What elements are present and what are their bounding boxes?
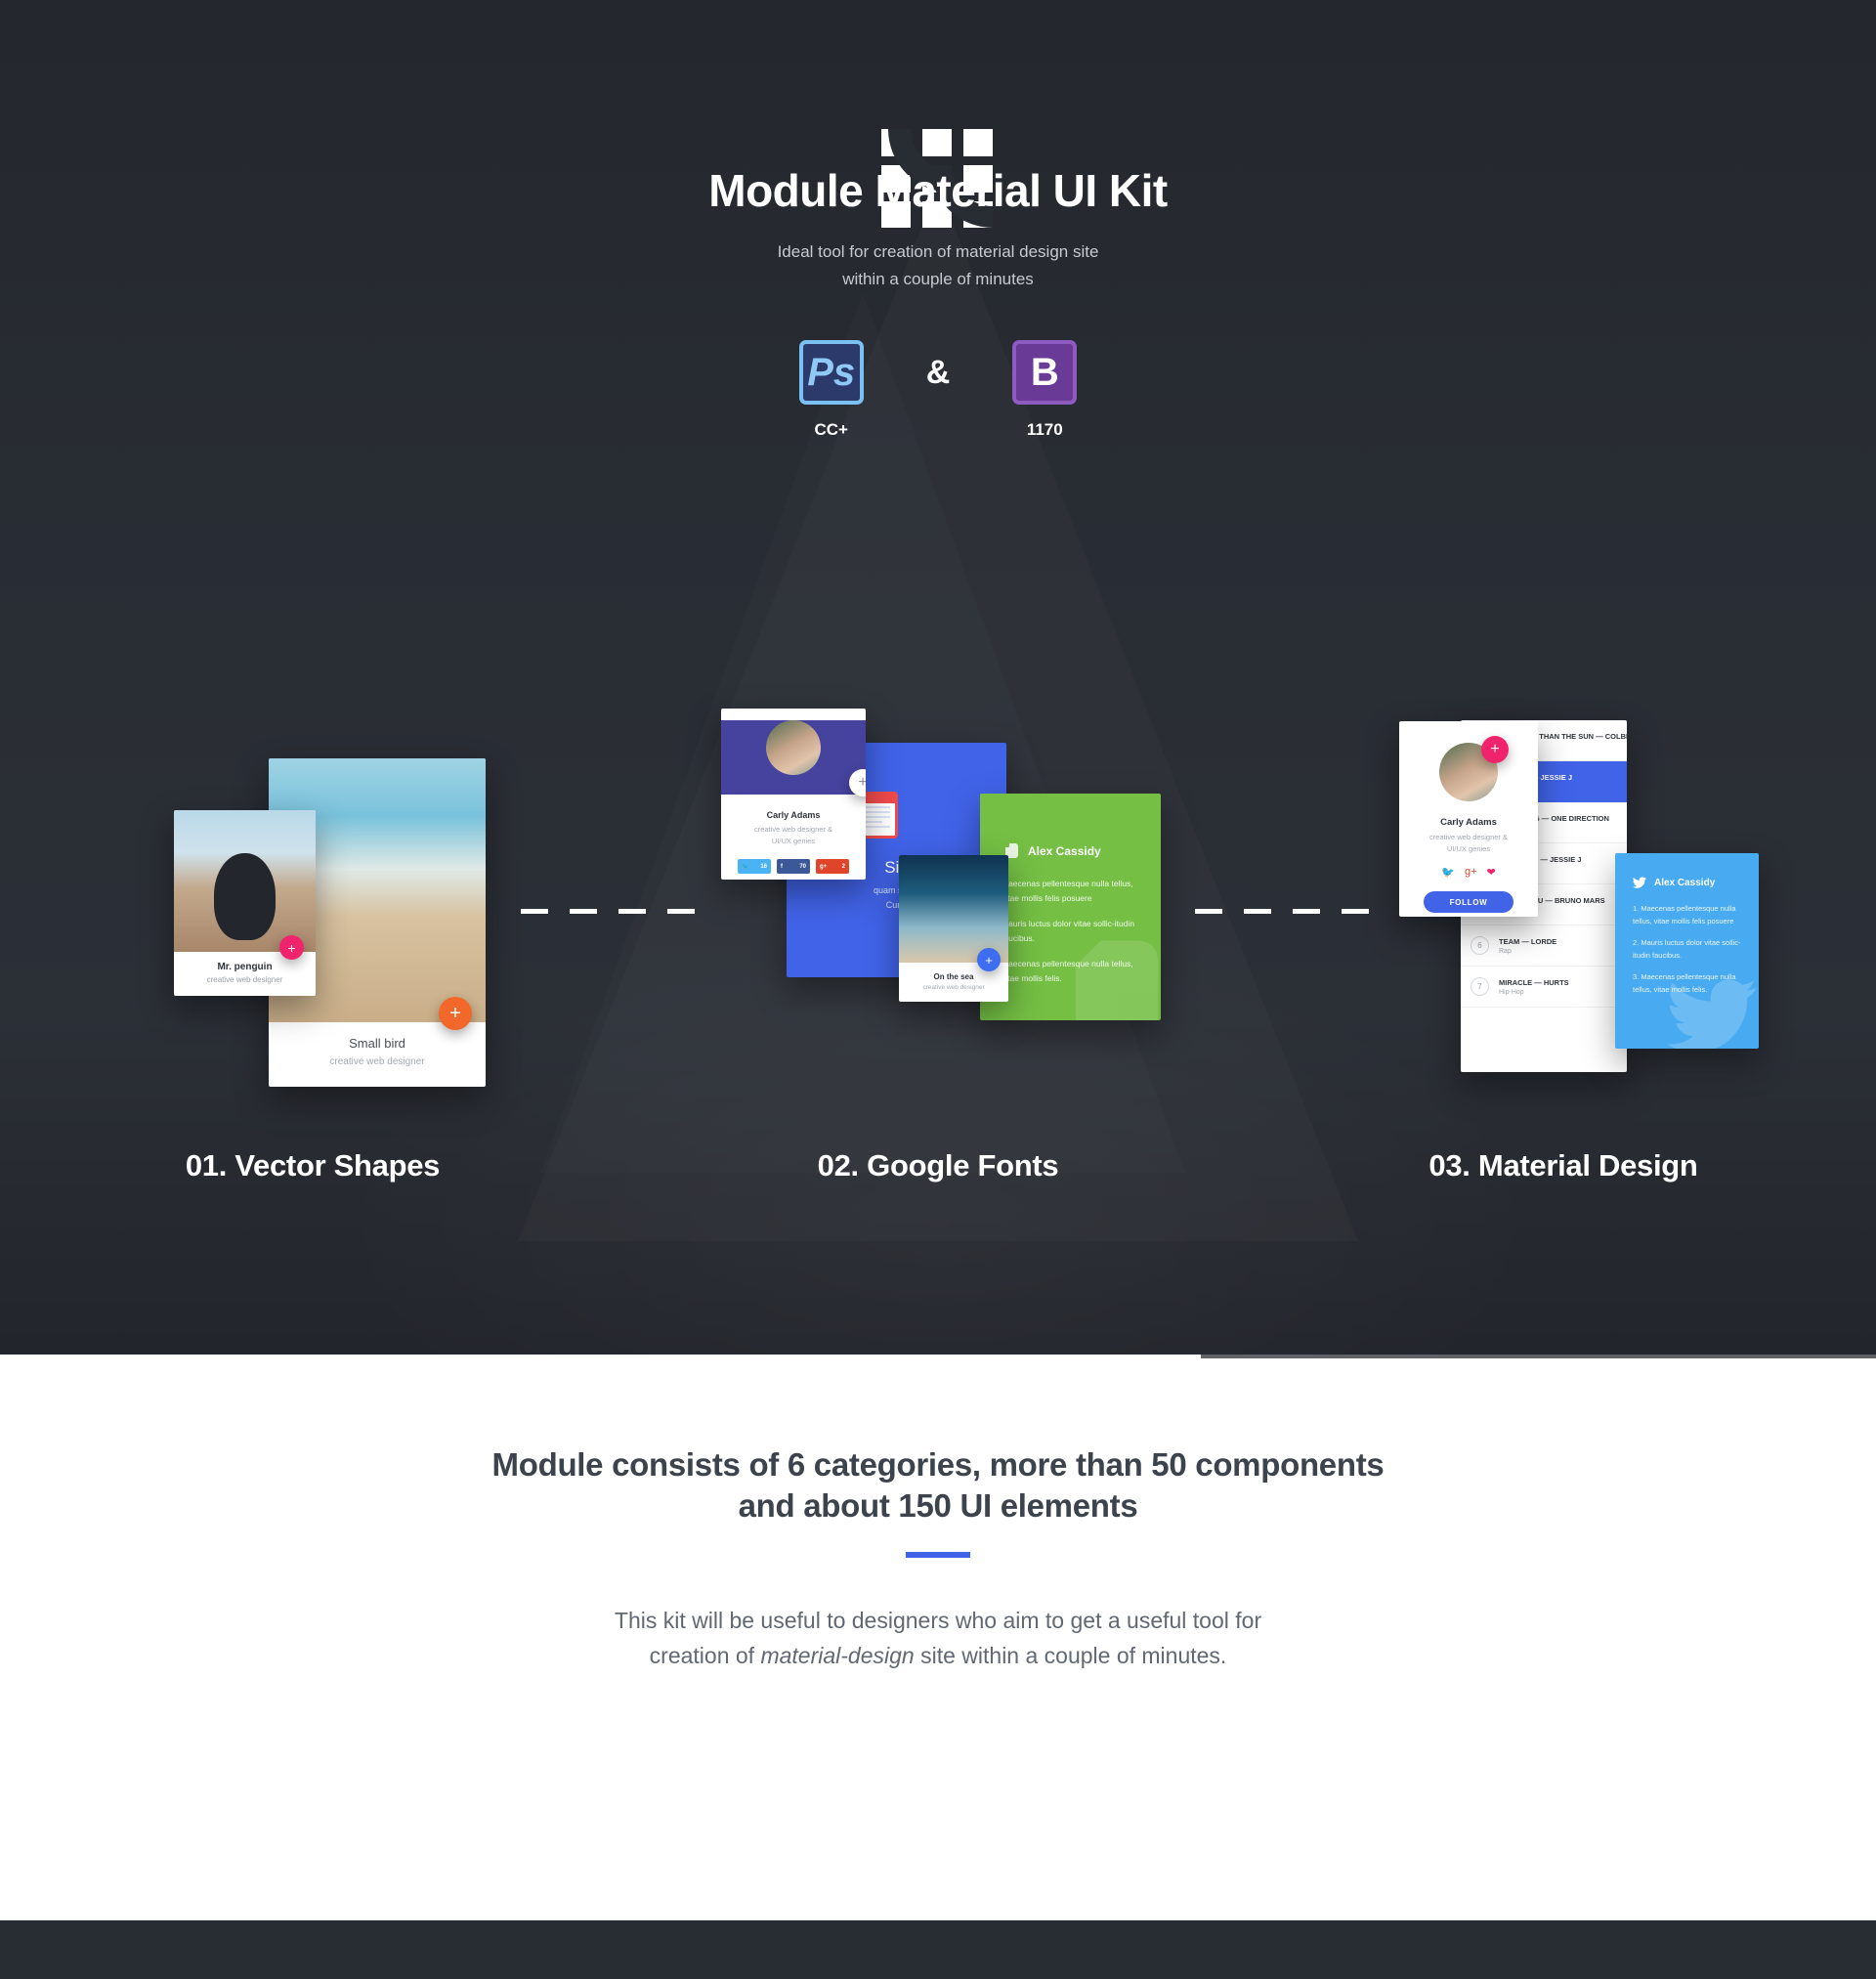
table-row[interactable]: 6 TEAM — LORDE Rap	[1461, 925, 1627, 967]
green-card-author: Alex Cassidy	[1028, 843, 1101, 858]
section-title-line-1: Module consists of 6 categories, more th…	[491, 1446, 1385, 1483]
profile-role-line-1: creative web designer &	[1428, 833, 1509, 841]
profile-role-line-1: creative web designer &	[753, 825, 833, 834]
page-title: Module Material UI Kit	[708, 165, 1168, 216]
penguin-card-title: Mr. penguin	[217, 962, 273, 972]
twitter-card-paragraph: 1. Maecenas pellentesque nulla tellus, v…	[1633, 904, 1736, 925]
hero-section: Module Material UI Kit Ideal tool for cr…	[0, 0, 1876, 1358]
profile-role: creative web designer & UI/UX genies	[721, 824, 866, 847]
table-row[interactable]: 7 MIRACLE — HURTS Hip-Hop	[1461, 967, 1627, 1008]
profile-card-header	[721, 720, 866, 795]
section-body-line-2: creation of material-design site within …	[0, 1638, 1876, 1673]
body-prefix: creation of	[649, 1643, 761, 1668]
sea-card-subtitle: creative web designer	[922, 984, 985, 991]
plus-icon[interactable]: +	[279, 935, 304, 960]
profile-role: creative web designer & UI/UX genies	[1399, 832, 1538, 855]
section-body-line-1: This kit will be useful to designers who…	[614, 1608, 1262, 1633]
profile-role-line-2: UI/UX genies	[771, 837, 816, 845]
track-genre: Rap	[1499, 947, 1512, 955]
accent-divider	[906, 1552, 970, 1558]
heart-icon[interactable]: ❤	[1487, 866, 1496, 879]
body-suffix: site within a couple of minutes.	[914, 1643, 1227, 1668]
profile-name: Carly Adams	[1440, 817, 1497, 828]
follow-button[interactable]: FOLLOW	[1424, 891, 1514, 913]
twitter-icon	[1633, 877, 1646, 888]
caption-material-design: 03. Material Design	[1428, 1148, 1698, 1183]
google-plus-count: 2	[841, 863, 845, 870]
facebook-count: 70	[799, 863, 806, 870]
twitter-card-paragraph: 2. Mauris luctus dolor vitae sollic-itud…	[1633, 938, 1741, 960]
twitter-card-author: Alex Cassidy	[1654, 877, 1716, 888]
plus-icon[interactable]: +	[439, 997, 472, 1030]
penguin-photo	[174, 810, 316, 952]
google-plus-icon[interactable]: g+	[1465, 866, 1477, 879]
hero-subtitle-line-1: Ideal tool for creation of material desi…	[777, 242, 1099, 261]
profile-role-line-2: UI/UX genies	[1446, 844, 1491, 853]
plus-icon[interactable]: +	[977, 948, 1001, 971]
green-card-header: Alex Cassidy	[980, 794, 1161, 859]
penguin-card-subtitle: creative web designer	[206, 975, 283, 984]
twitter-card-header: Alex Cassidy	[1615, 853, 1759, 888]
sea-card[interactable]: On the sea creative web designer +	[899, 855, 1008, 1002]
profile-name: Carly Adams	[766, 810, 821, 820]
hero-subtitle-line-2: within a couple of minutes	[842, 270, 1034, 288]
twitter-share-button[interactable]: 🐦 16	[738, 859, 771, 874]
twitter-icon[interactable]: 🐦	[1441, 866, 1455, 879]
footer-bar	[0, 1920, 1876, 1979]
penguin-card[interactable]: Mr. penguin creative web designer +	[174, 810, 316, 996]
body-emphasis: material-design	[760, 1643, 915, 1668]
beach-card-subtitle: creative web designer	[329, 1056, 425, 1067]
badge-separator: &	[925, 354, 951, 391]
social-buttons: 🐦 16 f 70 g+ 2	[721, 859, 866, 874]
photoshop-version-label: CC+	[814, 420, 848, 439]
facebook-icon: f	[781, 863, 783, 870]
software-badges: Ps CC+ & B 1170	[0, 340, 1876, 440]
photoshop-icon: Ps	[798, 340, 864, 405]
group-separator-2	[1195, 909, 1369, 914]
group-separator-1	[521, 909, 695, 914]
track-title: TEAM — LORDE	[1499, 936, 1557, 946]
bootstrap-badge: B 1170	[1006, 340, 1083, 440]
profile-card-group2[interactable]: Carly Adams creative web designer & UI/U…	[721, 709, 866, 880]
plus-icon[interactable]: +	[1481, 736, 1509, 763]
track-genre: Hip-Hop	[1499, 988, 1524, 996]
caption-google-fonts: 02. Google Fonts	[817, 1148, 1059, 1183]
profile-card-group3[interactable]: Carly Adams creative web designer & UI/U…	[1399, 721, 1538, 917]
group-captions: 01. Vector Shapes 02. Google Fonts 03. M…	[0, 1148, 1876, 1183]
twitter-card[interactable]: Alex Cassidy 1. Maecenas pellentesque nu…	[1615, 853, 1759, 1049]
photoshop-badge: Ps CC+	[793, 340, 870, 440]
evernote-watermark-icon	[1075, 940, 1159, 1020]
facebook-share-button[interactable]: f 70	[777, 859, 810, 874]
bootstrap-icon: B	[1012, 340, 1078, 405]
avatar	[766, 720, 821, 775]
section-title: Module consists of 6 categories, more th…	[0, 1358, 1876, 1527]
green-card-paragraph: Maecenas pellentesque nulla tellus, vita…	[1002, 879, 1133, 903]
track-number: 6	[1471, 936, 1489, 955]
twitter-watermark-icon	[1667, 979, 1757, 1049]
sea-photo	[899, 855, 1008, 963]
twitter-icon: 🐦	[742, 864, 749, 870]
twitter-count: 16	[760, 863, 767, 870]
section-title-line-2: and about 150 UI elements	[738, 1487, 1138, 1524]
module-grid-logo	[879, 0, 997, 228]
track-number: 7	[1471, 977, 1489, 996]
track-title: MIRACLE — HURTS	[1499, 977, 1569, 987]
beach-card-title: Small bird	[349, 1036, 405, 1051]
profile-social-icons: 🐦 g+ ❤	[1399, 866, 1538, 879]
google-plus-icon: g+	[820, 863, 828, 870]
hero-subtitle: Ideal tool for creation of material desi…	[0, 238, 1876, 293]
caption-vector-shapes: 01. Vector Shapes	[185, 1148, 441, 1183]
google-plus-share-button[interactable]: g+ 2	[816, 859, 849, 874]
sea-card-title: On the sea	[933, 972, 974, 981]
section-body-text: This kit will be useful to designers who…	[0, 1603, 1876, 1673]
bootstrap-grid-label: 1170	[1026, 420, 1063, 439]
description-section: Module consists of 6 categories, more th…	[0, 1358, 1876, 1920]
